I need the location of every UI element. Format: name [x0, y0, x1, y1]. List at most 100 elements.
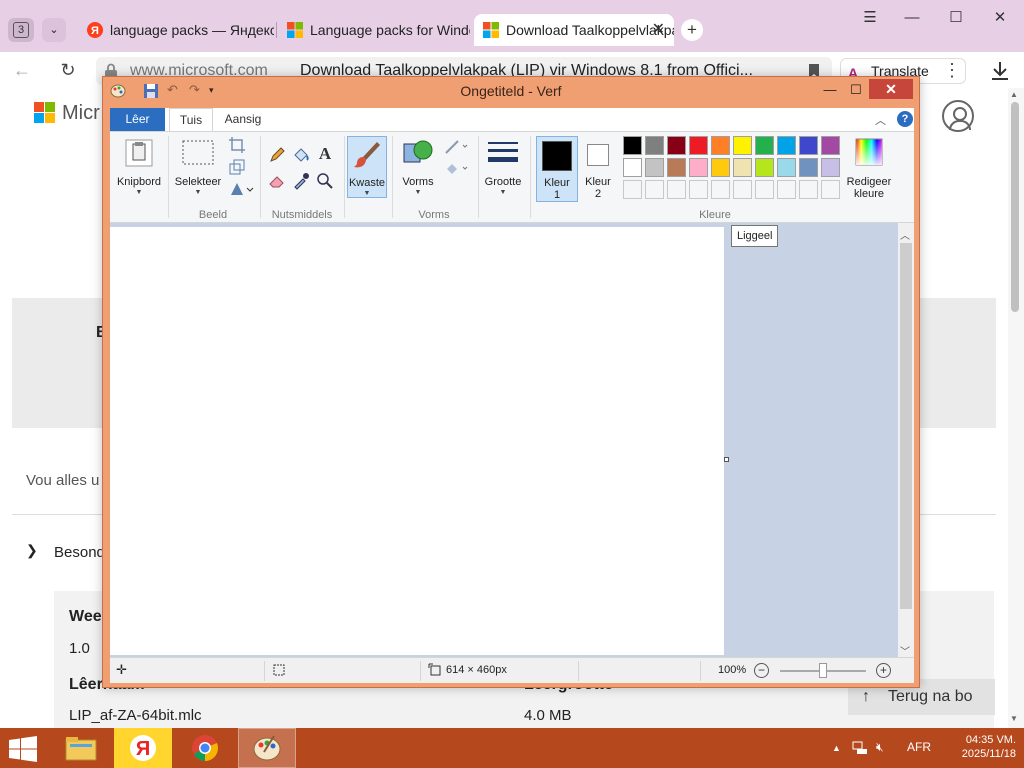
palette-color-swatch[interactable] [799, 136, 818, 155]
brushes-button[interactable]: Kwaste ▼ [347, 136, 387, 198]
account-avatar-icon[interactable] [942, 100, 974, 132]
tab-home[interactable]: Tuis [169, 108, 213, 131]
palette-color-swatch[interactable] [711, 136, 730, 155]
close-tab-icon[interactable]: ✕ [652, 14, 665, 46]
shapes-button[interactable]: Vorms ▼ [396, 136, 440, 200]
palette-color-swatch[interactable] [623, 136, 642, 155]
magnifier-icon[interactable] [316, 172, 334, 190]
fill-bucket-icon[interactable] [292, 146, 310, 164]
palette-color-swatch[interactable] [689, 158, 708, 177]
minimize-icon[interactable]: — [900, 8, 924, 28]
taskbar-paint[interactable] [238, 728, 296, 768]
chrome-icon [192, 735, 218, 761]
palette-color-swatch[interactable] [733, 158, 752, 177]
network-icon[interactable] [852, 741, 868, 755]
resize-icon[interactable] [228, 158, 246, 176]
tab-list-chevron-icon[interactable]: ⌄ [42, 18, 66, 42]
paint-close-icon[interactable]: ✕ [869, 79, 913, 99]
palette-color-swatch[interactable] [689, 136, 708, 155]
outline-icon[interactable] [444, 138, 470, 156]
fill-icon[interactable] [444, 160, 470, 178]
windows-start-icon[interactable] [8, 736, 38, 762]
paint-title-bar[interactable]: ↶ ↷ ▾ Ongetiteld - Verf — ☐ ✕ [103, 77, 919, 105]
palette-color-swatch[interactable] [645, 136, 664, 155]
paint-minimize-icon[interactable]: — [817, 81, 843, 99]
crop-icon[interactable] [228, 136, 246, 154]
color-picker-icon[interactable] [292, 172, 310, 190]
palette-color-swatch[interactable] [645, 158, 664, 177]
page-scrollbar-thumb[interactable] [1011, 102, 1019, 312]
scroll-down-icon[interactable]: ﹀ [900, 643, 910, 658]
palette-color-swatch[interactable] [821, 158, 840, 177]
volume-muted-icon[interactable]: 🔇︎ [876, 740, 884, 755]
scroll-down-icon[interactable]: ▼ [1010, 714, 1018, 723]
dropdown-arrow-icon: ▼ [414, 189, 422, 196]
palette-custom-slot[interactable] [645, 180, 664, 199]
clipboard-button[interactable]: Knipbord ▼ [114, 136, 164, 200]
palette-color-swatch[interactable] [799, 158, 818, 177]
pencil-icon[interactable] [268, 146, 286, 164]
browser-tab-yandex[interactable]: Я language packs — Яндекс [78, 14, 274, 46]
eraser-icon[interactable] [268, 172, 286, 190]
palette-color-swatch[interactable] [711, 158, 730, 177]
palette-color-swatch[interactable] [777, 136, 796, 155]
chevron-down-icon[interactable]: ❯ [26, 542, 38, 559]
palette-color-swatch[interactable] [667, 158, 686, 177]
close-window-icon[interactable]: ✕ [988, 8, 1012, 28]
select-button[interactable]: Selekteer ▼ [172, 136, 224, 200]
palette-color-swatch[interactable] [821, 136, 840, 155]
palette-custom-slot[interactable] [623, 180, 642, 199]
scroll-up-icon[interactable]: ︿ [900, 227, 910, 242]
palette-color-swatch[interactable] [623, 158, 642, 177]
tab-count-button[interactable]: 3 [8, 18, 34, 42]
text-tool-icon[interactable]: A [316, 144, 334, 163]
paint-maximize-icon[interactable]: ☐ [843, 81, 869, 99]
palette-custom-slot[interactable] [755, 180, 774, 199]
browser-tab-language-packs[interactable]: Language packs for Windows [278, 14, 470, 46]
scroll-up-icon[interactable]: ▲ [1010, 90, 1018, 99]
microsoft-logo-icon[interactable] [34, 102, 56, 124]
language-indicator[interactable]: AFR [907, 740, 931, 754]
tab-view[interactable]: Aansig [218, 108, 268, 131]
taskbar-clock[interactable]: 04:35 VM. 2025/11/18 [942, 733, 1016, 761]
browser-menu-icon[interactable]: ☰ [858, 8, 882, 28]
palette-color-swatch[interactable] [733, 136, 752, 155]
canvas-resize-handle[interactable] [724, 457, 729, 462]
rotate-icon[interactable] [228, 180, 254, 198]
tab-file[interactable]: Lêer [110, 108, 165, 131]
zoom-in-icon[interactable]: + [876, 663, 891, 678]
palette-custom-slot[interactable] [799, 180, 818, 199]
zoom-out-icon[interactable]: − [754, 663, 769, 678]
palette-color-swatch[interactable] [667, 136, 686, 155]
taskbar-yandex-browser[interactable]: Я [114, 728, 172, 768]
taskbar-chrome[interactable] [176, 728, 234, 768]
palette-custom-slot[interactable] [733, 180, 752, 199]
reload-icon[interactable]: ↻ [56, 58, 80, 82]
minimize-ribbon-icon[interactable]: ︿ [875, 112, 886, 128]
edit-colors-button[interactable]: Redigeer kleure [844, 136, 894, 202]
palette-custom-slot[interactable] [667, 180, 686, 199]
taskbar-file-explorer[interactable] [52, 728, 110, 768]
palette-color-swatch[interactable] [755, 136, 774, 155]
more-options-icon[interactable]: ⋮ [940, 58, 964, 82]
canvas-scrollbar-thumb[interactable] [900, 243, 912, 609]
new-tab-plus-icon[interactable]: + [681, 19, 703, 41]
drawing-canvas[interactable] [110, 227, 724, 655]
download-icon[interactable] [988, 60, 1012, 82]
expand-all-link[interactable]: Vou alles u [26, 472, 99, 489]
browser-tab-download[interactable]: Download Taalkoppelvlakpak ✕ [474, 14, 674, 46]
show-hidden-icons-icon[interactable]: ▲ [832, 743, 841, 753]
palette-color-swatch[interactable] [755, 158, 774, 177]
back-arrow-icon[interactable]: ← [10, 58, 34, 82]
maximize-icon[interactable]: ☐ [944, 8, 968, 28]
palette-color-swatch[interactable] [777, 158, 796, 177]
palette-custom-slot[interactable] [711, 180, 730, 199]
palette-custom-slot[interactable] [689, 180, 708, 199]
color1-button[interactable]: Kleur 1 [536, 136, 578, 202]
zoom-slider-thumb[interactable] [819, 663, 827, 678]
size-button[interactable]: Grootte ▼ [482, 136, 524, 200]
color2-button[interactable]: Kleur 2 [578, 136, 618, 202]
help-icon[interactable]: ? [897, 111, 913, 127]
palette-custom-slot[interactable] [777, 180, 796, 199]
palette-custom-slot[interactable] [821, 180, 840, 199]
